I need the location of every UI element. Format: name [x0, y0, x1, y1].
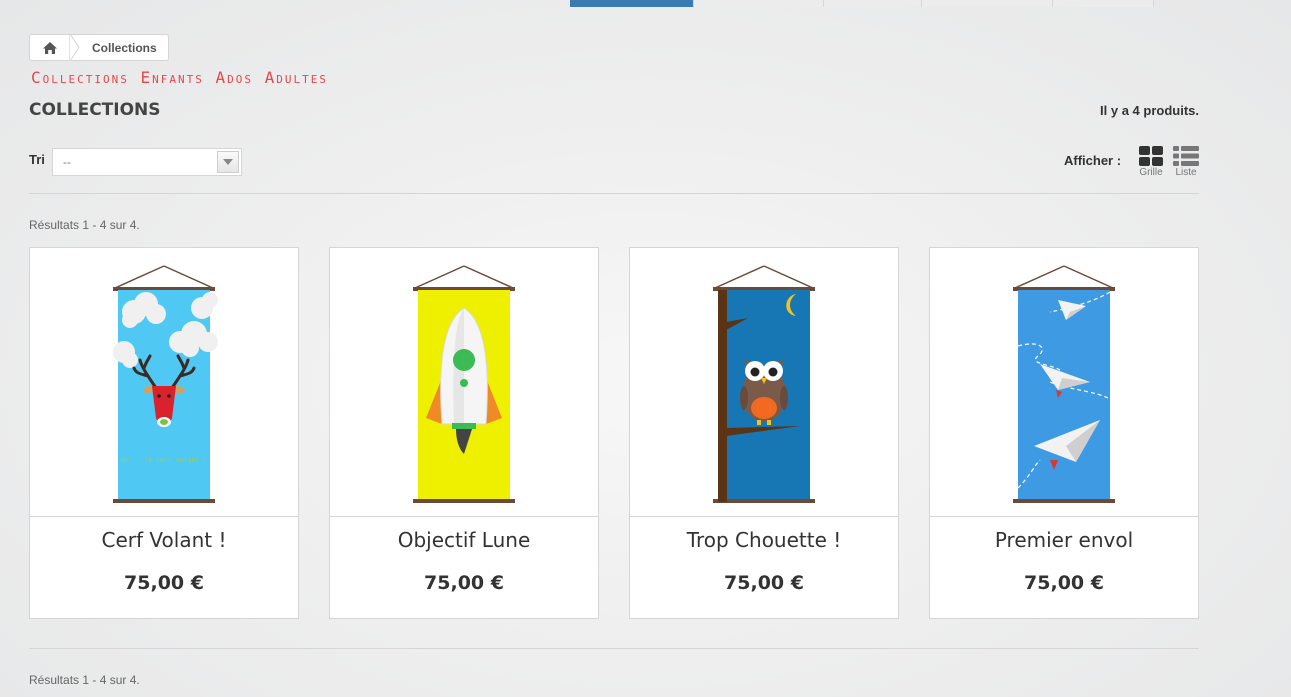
display-label: Afficher :: [1064, 153, 1122, 168]
product-card[interactable]: Objectif Lune 75,00 €: [329, 247, 599, 619]
collections-tagline: Collections Enfants Ados Adultes: [31, 68, 328, 87]
product-name[interactable]: Cerf Volant !: [30, 528, 298, 552]
divider: [29, 193, 1199, 194]
product-card[interactable]: Trop Chouette ! 75,00 €: [629, 247, 899, 619]
product-image[interactable]: OH... le Cerf volant !: [30, 248, 298, 517]
results-summary-bottom: Résultats 1 - 4 sur 4.: [29, 673, 140, 687]
chevron-down-icon[interactable]: [217, 151, 239, 173]
card-divider: [330, 516, 598, 517]
sort-select-value: --: [63, 155, 71, 169]
card-divider: [930, 516, 1198, 517]
product-image[interactable]: [330, 248, 598, 517]
product-name[interactable]: Trop Chouette !: [630, 528, 898, 552]
deer-banner-image: OH... le Cerf volant !: [113, 265, 218, 503]
results-summary-top: Résultats 1 - 4 sur 4.: [29, 218, 140, 232]
product-price: 75,00 €: [424, 572, 504, 594]
product-price: 75,00 €: [724, 572, 804, 594]
paper-planes-banner-image: [1013, 265, 1115, 503]
list-view-label: Liste: [1175, 167, 1197, 178]
page-title: COLLECTIONS: [29, 100, 161, 120]
top-menu-item[interactable]: [694, 0, 824, 7]
breadcrumb: Collections: [29, 34, 169, 61]
product-grid: OH... le Cerf volant ! Cerf Volant ! 75,…: [29, 247, 1199, 619]
top-menu-item-active[interactable]: [570, 0, 694, 7]
product-card[interactable]: Premier envol 75,00 €: [929, 247, 1199, 619]
divider: [29, 648, 1199, 649]
grid-view-button[interactable]: Grille: [1136, 146, 1166, 178]
sort-label: Tri: [29, 152, 45, 167]
rocket-banner-image: [413, 265, 515, 503]
card-divider: [630, 516, 898, 517]
product-image[interactable]: [630, 248, 898, 517]
product-price: 75,00 €: [1024, 572, 1104, 594]
product-count: Il y a 4 produits.: [1100, 103, 1199, 118]
list-view-button[interactable]: Liste: [1171, 146, 1201, 178]
breadcrumb-home-link[interactable]: [30, 35, 70, 60]
top-menu-item[interactable]: [1053, 0, 1154, 7]
card-divider: [30, 516, 298, 517]
product-price: 75,00 €: [124, 572, 204, 594]
owl-banner-image: [713, 265, 815, 503]
list-icon: [1173, 146, 1199, 166]
product-card[interactable]: OH... le Cerf volant ! Cerf Volant ! 75,…: [29, 247, 299, 619]
product-name[interactable]: Objectif Lune: [330, 528, 598, 552]
sort-select[interactable]: --: [52, 148, 242, 176]
top-menu-item[interactable]: [824, 0, 922, 7]
grid-view-label: Grille: [1139, 167, 1163, 178]
grid-icon: [1139, 146, 1163, 166]
banner-caption: OH... le Cerf volant !: [121, 456, 207, 464]
breadcrumb-current: Collections: [92, 40, 157, 55]
home-icon: [42, 41, 57, 54]
top-menu: [570, 0, 1154, 7]
product-image[interactable]: [930, 248, 1198, 517]
top-menu-item[interactable]: [922, 0, 1053, 7]
breadcrumb-separator: [70, 34, 80, 61]
product-name[interactable]: Premier envol: [930, 528, 1198, 552]
